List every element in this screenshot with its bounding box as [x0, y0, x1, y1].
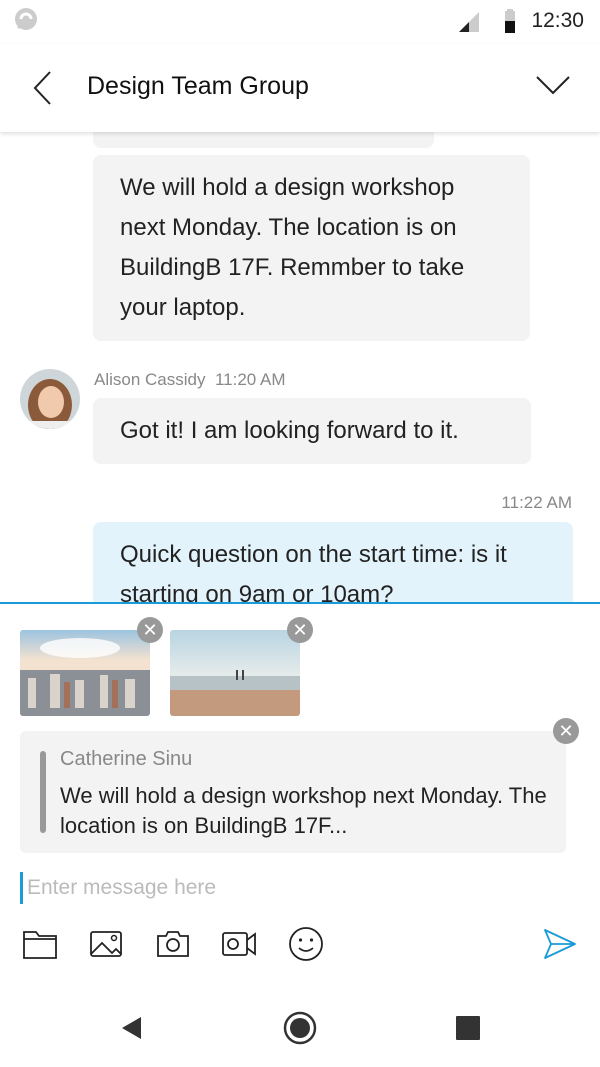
attachment-thumbnail[interactable] — [20, 630, 150, 716]
beach-image — [170, 630, 300, 716]
status-bar: 12:30 — [0, 0, 600, 44]
system-nav-bar — [0, 1000, 600, 1067]
camera-icon[interactable] — [155, 926, 191, 962]
message-time: 11:22 AM — [501, 493, 572, 512]
composer-divider — [0, 602, 600, 604]
quoted-message: Catherine Sinu We will hold a design wor… — [20, 731, 566, 853]
send-icon[interactable] — [542, 926, 578, 962]
quote-bar — [40, 751, 46, 833]
message-input[interactable] — [20, 872, 560, 904]
message-bubble[interactable]: We will hold a design workshop next Mond… — [93, 155, 530, 341]
quote-sender: Catherine Sinu — [60, 748, 193, 770]
message-meta: Alison Cassidy 11:20 AM — [94, 370, 286, 390]
message-list[interactable]: We will hold a design workshop next Mond… — [0, 132, 600, 602]
message-bubble[interactable]: Got it! I am looking forward to it. — [93, 398, 531, 464]
avatar[interactable] — [20, 369, 80, 429]
message-bubble-partial — [93, 132, 434, 148]
signal-icon — [459, 12, 479, 32]
battery-icon — [505, 9, 515, 33]
quote-text: We will hold a design workshop next Mond… — [60, 783, 547, 838]
emoji-icon[interactable] — [288, 926, 324, 962]
clock: 12:30 — [531, 9, 584, 32]
nav-back-icon[interactable] — [120, 1016, 142, 1040]
back-icon[interactable] — [30, 70, 56, 106]
city-skyline-image — [20, 630, 150, 716]
sender-name: Alison Cassidy — [94, 370, 206, 389]
app-header: Design Team Group — [0, 44, 600, 132]
attachment-thumbnail[interactable] — [170, 630, 300, 716]
nav-recents-icon[interactable] — [456, 1016, 480, 1040]
page-title: Design Team Group — [87, 72, 309, 100]
chevron-down-icon[interactable] — [535, 74, 571, 96]
remove-quote-button[interactable]: ✕ — [553, 718, 579, 744]
image-icon[interactable] — [88, 926, 124, 962]
video-icon[interactable] — [221, 926, 257, 962]
app-notification-icon — [15, 8, 37, 30]
remove-attachment-button[interactable]: ✕ — [287, 617, 313, 643]
folder-icon[interactable] — [22, 926, 58, 962]
message-time: 11:20 AM — [214, 370, 286, 389]
own-message-bubble[interactable]: Quick question on the start time: is it … — [93, 522, 573, 602]
nav-home-icon[interactable] — [283, 1011, 317, 1045]
remove-attachment-button[interactable]: ✕ — [137, 617, 163, 643]
